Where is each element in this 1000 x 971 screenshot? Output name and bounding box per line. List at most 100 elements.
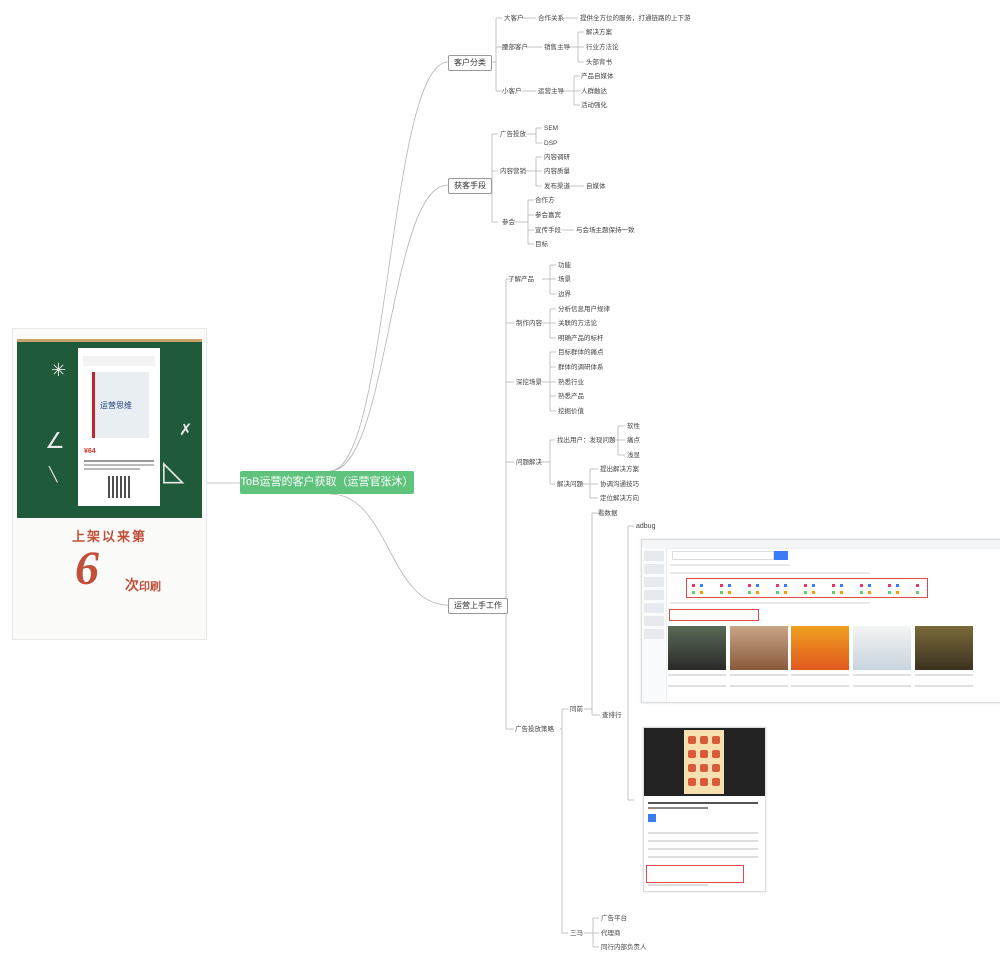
node-dig-item-5[interactable]: 挖掘价值 (558, 407, 584, 416)
node-event-item-1[interactable]: 合作方 (535, 196, 555, 205)
node-dig-scene[interactable]: 深挖场景 (516, 378, 542, 387)
root-node[interactable]: ToB运营的客户获取（运营官张沐） (240, 471, 414, 494)
node-find-item-2[interactable]: 痛点 (627, 436, 640, 445)
node-content-marketing[interactable]: 内容营销 (500, 167, 526, 176)
ad-detail-screenshot (643, 727, 766, 892)
screenshot-search-input (672, 551, 774, 560)
node-big-customer[interactable]: 大客户 (504, 14, 524, 23)
node-event-item-2[interactable]: 参会嘉宾 (535, 211, 561, 220)
node-content-item-1[interactable]: 内容调研 (544, 153, 570, 162)
node-small-item-1[interactable]: 产品自媒体 (581, 72, 614, 81)
screenshot-video-player (644, 728, 765, 796)
node-mid-item-2[interactable]: 行业方法论 (586, 43, 619, 52)
screenshot-caption (853, 685, 911, 687)
node-event-item-4[interactable]: 目标 (535, 240, 548, 249)
node-make-content[interactable]: 制作内容 (516, 319, 542, 328)
node-ad-placement[interactable]: 广告投放 (500, 130, 526, 139)
node-three[interactable]: 三马 (570, 929, 583, 938)
adbug-dashboard-screenshot (641, 539, 1000, 703)
node-resolve[interactable]: 解决问题 (557, 480, 583, 489)
node-ad-dsp[interactable]: DSP (544, 139, 557, 148)
node-mid-item-3[interactable]: 头部背书 (586, 58, 612, 67)
node-event-extra[interactable]: 与会场主题保持一致 (576, 226, 635, 235)
screenshot-channel-icons (692, 584, 920, 587)
node-know-product[interactable]: 了解产品 (508, 275, 534, 284)
book-desc-lines (84, 458, 154, 472)
chalk-angle-icon: ∠ (45, 428, 65, 453)
node-content-item-3[interactable]: 发布渠道 (544, 182, 570, 191)
node-dig-item-4[interactable]: 熟悉产品 (558, 392, 584, 401)
book-poster-image: ✳ ∠ ╲ ✗ ◺ 运营思维 ¥64 上架以来第 6 次印刷 (12, 328, 207, 640)
screenshot-phone-frame (684, 730, 724, 794)
screenshot-channel-icons (692, 591, 920, 594)
node-know-item-1[interactable]: 功能 (558, 261, 571, 270)
node-small-item-2[interactable]: 人群触达 (581, 87, 607, 96)
node-three-item-1[interactable]: 广告平台 (601, 914, 627, 923)
node-ad-strategy[interactable]: 广告投放策略 (515, 725, 554, 734)
node-mid-item-1[interactable]: 解决方案 (586, 28, 612, 37)
node-resolve-item-2[interactable]: 协调沟通技巧 (600, 480, 639, 489)
screenshot-highlight-box (669, 609, 759, 621)
node-resolve-item-1[interactable]: 提出解决方案 (600, 465, 639, 474)
screenshot-caption (668, 674, 726, 676)
node-make-item-1[interactable]: 分析信息用户规律 (558, 305, 610, 314)
screenshot-title-line (648, 802, 758, 804)
node-make-item-3[interactable]: 明确产品的标杆 (558, 334, 604, 343)
node-content-item-2[interactable]: 内容质量 (544, 167, 570, 176)
node-ad-sem[interactable]: SEM (544, 124, 558, 133)
screenshot-info-line (648, 840, 758, 842)
poster-line1: 上架以来第 (71, 529, 147, 544)
screenshot-filter-row (670, 602, 870, 604)
node-mid-focus[interactable]: 销售主导 (544, 43, 570, 52)
screenshot-avatar (648, 814, 656, 822)
chalkboard: ✳ ∠ ╲ ✗ ◺ 运营思维 ¥64 (17, 339, 202, 518)
screenshot-thumb (791, 626, 849, 670)
node-find-users[interactable]: 找出用户：发现问题 (557, 436, 616, 445)
node-problem-solving[interactable]: 问题解决 (516, 458, 542, 467)
branch-operations-start[interactable]: 运营上手工作 (448, 598, 508, 614)
screenshot-caption (668, 685, 726, 687)
node-know-item-2[interactable]: 场景 (558, 275, 571, 284)
screenshot-title-line (648, 807, 708, 809)
node-pro-top[interactable]: 看数据 (598, 509, 618, 518)
screenshot-highlight-box (646, 865, 744, 883)
node-small-item-3[interactable]: 活动强化 (581, 101, 607, 110)
node-big-desc[interactable]: 提供全方位的服务，打通链路的上下游 (580, 14, 691, 23)
screenshot-info-line (648, 884, 708, 886)
node-event-item-3[interactable]: 宣传手段 (535, 226, 561, 235)
screenshot-caption (791, 674, 849, 676)
node-make-item-2[interactable]: 关联的方法论 (558, 319, 597, 328)
book-title: 运营思维 (100, 401, 132, 410)
node-mid-customer[interactable]: 腰部客户 (502, 43, 528, 52)
node-resolve-item-3[interactable]: 定位解决方向 (600, 494, 639, 503)
node-three-item-3[interactable]: 同行内部负责人 (601, 943, 647, 952)
branch-customer-classification[interactable]: 客户分类 (448, 55, 492, 71)
node-event[interactable]: 参会 (502, 218, 515, 227)
node-pro-mid[interactable]: 查排行 (602, 711, 622, 720)
node-know-item-3[interactable]: 边界 (558, 290, 571, 299)
poster-line2-main: 次 (125, 577, 139, 593)
screenshot-topbar (642, 540, 1000, 549)
book-cover: 运营思维 ¥64 (78, 348, 160, 506)
chalk-star-icon: ✳ (51, 360, 67, 380)
screenshot-thumb (915, 626, 973, 670)
node-three-item-2[interactable]: 代理商 (601, 929, 621, 938)
node-find-item-1[interactable]: 软性 (627, 422, 640, 431)
screenshot-caption (791, 685, 849, 687)
node-dig-item-2[interactable]: 群体的调研体系 (558, 363, 604, 372)
node-pro-tool[interactable]: adbug (636, 522, 655, 531)
connector (329, 184, 449, 472)
node-big-relation[interactable]: 合作关系 (538, 14, 564, 23)
node-dig-item-1[interactable]: 目标群体的痛点 (558, 348, 604, 357)
node-small-customer[interactable]: 小客户 (502, 87, 522, 96)
node-find-item-3[interactable]: 浅显 (627, 451, 640, 460)
node-content-extra[interactable]: 自媒体 (586, 182, 606, 191)
node-dig-item-3[interactable]: 熟悉行业 (558, 378, 584, 387)
poster-big-number: 6 (75, 542, 99, 595)
node-pro[interactable]: 同前 (570, 705, 583, 714)
screenshot-caption (730, 685, 788, 687)
branch-acquisition-methods[interactable]: 获客手段 (448, 178, 492, 194)
book-price: ¥64 (84, 448, 96, 455)
screenshot-thumb (853, 626, 911, 670)
node-small-focus[interactable]: 运营主导 (538, 87, 564, 96)
